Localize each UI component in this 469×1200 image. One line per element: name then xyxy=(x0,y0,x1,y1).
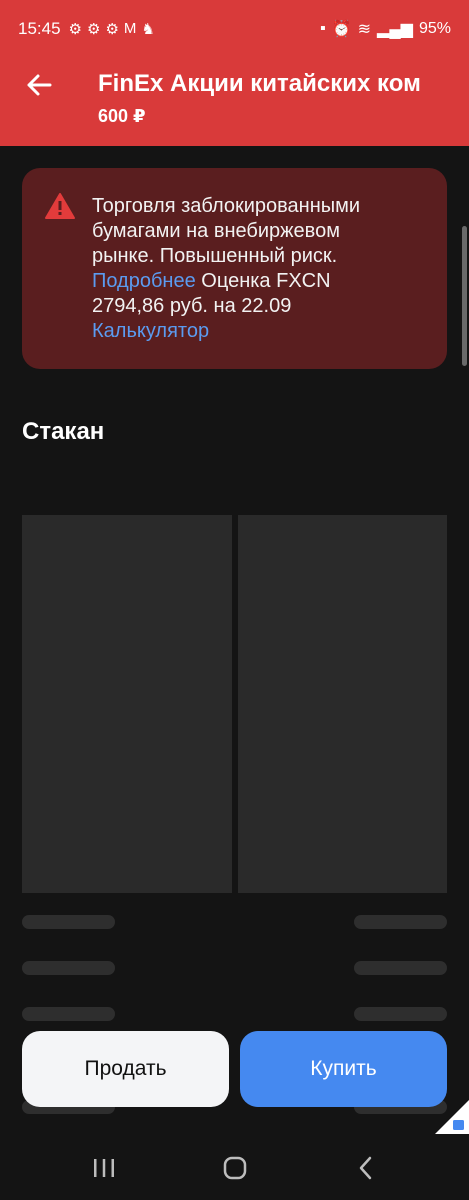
calculator-link[interactable]: Калькулятор xyxy=(92,320,209,342)
corner-badge-icon[interactable] xyxy=(435,1100,469,1134)
skeleton-row xyxy=(22,915,115,929)
risk-warning-card: Торговля заблокированными бумагами на вн… xyxy=(22,168,447,369)
system-nav-bar xyxy=(0,1136,469,1200)
orderbook-asks-placeholder xyxy=(238,515,447,893)
sell-button[interactable]: Продать xyxy=(22,1031,229,1107)
status-time: 15:45 xyxy=(18,19,61,38)
status-notifications: ⚙ ⚙ ⚙ M ♞ xyxy=(69,20,155,38)
scrollbar[interactable] xyxy=(462,226,467,366)
skeleton-row xyxy=(354,1007,447,1021)
orderbook-title: Стакан xyxy=(22,418,105,445)
back-arrow-icon[interactable] xyxy=(24,70,54,100)
skeleton-row xyxy=(22,1007,115,1021)
orderbook-bids-placeholder xyxy=(22,515,232,893)
warning-text-part-1: Торговля заблокированными бумагами на вн… xyxy=(92,195,361,267)
wifi-icon: ≋ xyxy=(357,21,372,38)
status-bar: 15:45 ⚙ ⚙ ⚙ M ♞ ▪ ⏰ ≋ ▂▄▆ 95% xyxy=(0,0,469,58)
more-link[interactable]: Подробнее xyxy=(92,270,196,292)
instrument-title: FinEx Акции китайских ком xyxy=(98,70,421,97)
status-system: ▪ ⏰ ≋ ▂▄▆ 95% xyxy=(320,19,451,39)
alarm-icon: ⏰ xyxy=(331,21,352,38)
notification-icon: ⚙ xyxy=(105,21,119,38)
home-icon[interactable] xyxy=(221,1154,249,1182)
gmail-icon: M xyxy=(123,20,137,37)
recent-apps-icon[interactable] xyxy=(90,1154,118,1182)
app-header: FinEx Акции китайских ком 600 ₽ xyxy=(0,58,469,146)
battery-text: 95% xyxy=(418,20,451,37)
notification-icon: ⚙ xyxy=(68,21,82,38)
app-icon: ♞ xyxy=(141,21,155,38)
warning-text: Торговля заблокированными бумагами на вн… xyxy=(92,194,407,344)
buy-button[interactable]: Купить xyxy=(240,1031,447,1107)
signal-icon: ▂▄▆ xyxy=(377,21,413,38)
notification-icon: ⚙ xyxy=(87,21,101,38)
warning-triangle-icon xyxy=(45,193,75,219)
skeleton-row xyxy=(354,961,447,975)
folder-icon: ▪ xyxy=(320,20,326,37)
back-nav-icon[interactable] xyxy=(352,1154,380,1182)
skeleton-row xyxy=(22,961,115,975)
instrument-price: 600 ₽ xyxy=(98,106,146,126)
skeleton-row xyxy=(354,915,447,929)
